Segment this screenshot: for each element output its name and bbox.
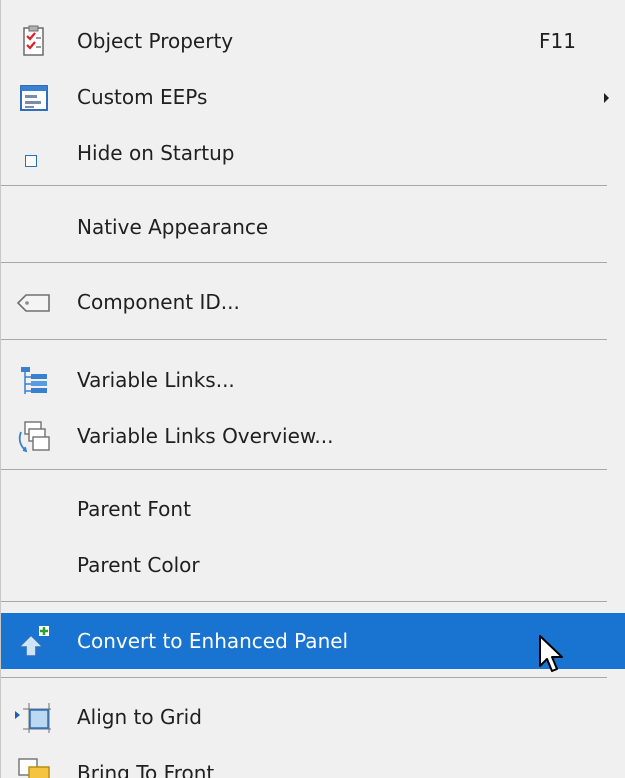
menu-item-label: Convert to Enhanced Panel bbox=[77, 629, 349, 653]
menu-item-label: Native Appearance bbox=[77, 215, 269, 239]
menu-item-label: Custom EEPs bbox=[77, 85, 208, 109]
menu-separator bbox=[1, 339, 607, 340]
menu-item-variable-links-overview[interactable]: Variable Links Overview... bbox=[1, 408, 625, 464]
menu-item-align-to-grid[interactable]: Align to Grid bbox=[1, 689, 625, 745]
menu-separator bbox=[1, 677, 607, 678]
tree-list-icon bbox=[15, 364, 51, 398]
submenu-arrow-icon bbox=[604, 93, 609, 103]
menu-item-parent-font[interactable]: Parent Font bbox=[1, 481, 625, 537]
linked-windows-icon bbox=[15, 420, 51, 454]
menu-item-bring-to-front[interactable]: Bring To Front bbox=[1, 745, 625, 778]
menu-separator bbox=[1, 601, 607, 602]
menu-item-label: Hide on Startup bbox=[77, 141, 235, 165]
window-form-icon bbox=[15, 81, 51, 115]
menu-item-label: Parent Font bbox=[77, 497, 191, 521]
menu-item-label: Component ID... bbox=[77, 290, 240, 314]
menu-separator bbox=[1, 469, 607, 470]
menu-item-hide-on-startup[interactable]: Hide on Startup bbox=[1, 125, 625, 181]
context-menu: Object Property F11 Custom EEPs Hide on … bbox=[0, 0, 625, 778]
clipboard-checklist-icon bbox=[15, 25, 51, 59]
menu-item-label: Object Property bbox=[77, 29, 234, 53]
mouse-cursor-icon bbox=[534, 633, 568, 677]
menu-item-component-id[interactable]: Component ID... bbox=[1, 274, 625, 330]
menu-item-label: Variable Links Overview... bbox=[77, 424, 334, 448]
menu-item-label: Align to Grid bbox=[77, 705, 202, 729]
align-grid-icon bbox=[15, 701, 51, 735]
menu-item-custom-eeps[interactable]: Custom EEPs bbox=[1, 69, 625, 125]
bring-to-front-icon bbox=[15, 757, 51, 778]
menu-item-label: Parent Color bbox=[77, 553, 200, 577]
menu-item-object-property[interactable]: Object Property F11 bbox=[1, 13, 625, 69]
menu-item-convert-to-enhanced-panel[interactable]: Convert to Enhanced Panel bbox=[1, 613, 625, 669]
menu-separator bbox=[1, 262, 607, 263]
menu-item-native-appearance[interactable]: Native Appearance bbox=[1, 199, 625, 255]
shortcut-text: F11 bbox=[539, 29, 576, 53]
menu-item-label: Variable Links... bbox=[77, 368, 235, 392]
menu-item-variable-links[interactable]: Variable Links... bbox=[1, 352, 625, 408]
arrow-up-plus-icon bbox=[15, 625, 51, 659]
menu-item-parent-color[interactable]: Parent Color bbox=[1, 537, 625, 593]
tag-icon bbox=[15, 286, 51, 320]
hide-on-startup-checkbox[interactable] bbox=[25, 155, 37, 167]
menu-item-label: Bring To Front bbox=[77, 761, 215, 778]
menu-separator bbox=[1, 185, 607, 186]
